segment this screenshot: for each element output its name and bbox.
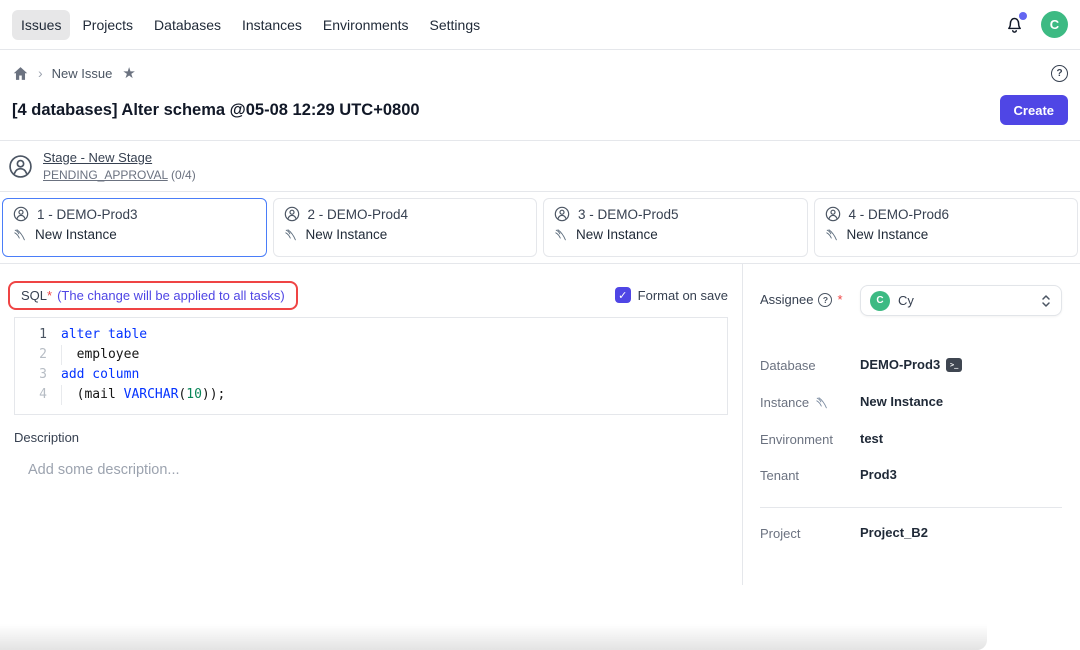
- select-chevrons-icon: [1040, 293, 1052, 309]
- sql-console-icon[interactable]: >_: [946, 358, 962, 372]
- project-value[interactable]: Project_B2: [860, 525, 928, 540]
- nav-item-settings[interactable]: Settings: [421, 10, 490, 40]
- approver-icon: [8, 154, 33, 179]
- nav-item-projects[interactable]: Projects: [73, 10, 142, 40]
- nav-item-instances[interactable]: Instances: [233, 10, 311, 40]
- panel-hr: [760, 507, 1062, 508]
- db-engine-icon: [825, 228, 839, 242]
- db-engine-icon: [13, 228, 27, 242]
- task-title: 3 - DEMO-Prod5: [578, 207, 679, 222]
- environment-label: Environment: [760, 432, 833, 447]
- panel-divider: [742, 263, 743, 585]
- assignee-value: Cy: [898, 293, 1032, 308]
- tenant-label: Tenant: [760, 468, 799, 483]
- bottom-shade: [0, 624, 987, 650]
- stage-progress: (0/4): [168, 168, 196, 182]
- sql-label: SQL*: [21, 288, 52, 303]
- task-title: 2 - DEMO-Prod4: [308, 207, 409, 222]
- sql-note: (The change will be applied to all tasks…: [57, 288, 285, 303]
- line-number: 4: [15, 385, 61, 405]
- sql-editor[interactable]: 1 alter table 2 employee 3 add column 4 …: [14, 317, 728, 415]
- breadcrumb-separator: ›: [38, 65, 43, 81]
- db-engine-icon: [284, 228, 298, 242]
- format-on-save-label: Format on save: [638, 288, 728, 303]
- task-card-3[interactable]: 3 - DEMO-Prod5 New Instance: [543, 198, 808, 257]
- task-card-1[interactable]: 1 - DEMO-Prod3 New Instance: [2, 198, 267, 257]
- line-number: 3: [15, 365, 61, 385]
- task-card-4[interactable]: 4 - DEMO-Prod6 New Instance: [814, 198, 1079, 257]
- notification-bell-icon[interactable]: [1002, 13, 1026, 37]
- task-tab-list: 1 - DEMO-Prod3 New Instance 2 - DEMO-Pro…: [0, 192, 1080, 263]
- line-number: 1: [15, 325, 61, 345]
- task-title: 4 - DEMO-Prod6: [849, 207, 950, 222]
- task-subtitle: New Instance: [35, 227, 117, 242]
- format-on-save-checkbox[interactable]: ✓: [615, 287, 631, 303]
- assignee-select[interactable]: C Cy: [860, 285, 1062, 316]
- task-subtitle: New Instance: [306, 227, 388, 242]
- stage-link[interactable]: Stage - New Stage: [43, 150, 196, 165]
- description-input[interactable]: Add some description...: [28, 462, 180, 478]
- assignee-label: Assignee: [760, 292, 813, 307]
- divider: [0, 263, 1080, 264]
- required-asterisk: *: [837, 292, 842, 307]
- required-asterisk: *: [47, 288, 52, 303]
- db-engine-icon: [554, 228, 568, 242]
- favorite-star-icon[interactable]: ★: [122, 64, 135, 82]
- notification-dot: [1019, 12, 1027, 20]
- breadcrumb-current[interactable]: New Issue: [52, 66, 113, 81]
- database-label: Database: [760, 358, 816, 373]
- top-navbar: Issues Projects Databases Instances Envi…: [0, 0, 1080, 50]
- instance-value: New Instance: [860, 394, 943, 409]
- code-line: 3 add column: [15, 365, 727, 385]
- task-subtitle: New Instance: [576, 227, 658, 242]
- assignee-help-icon[interactable]: ?: [818, 293, 832, 307]
- help-icon[interactable]: ?: [1051, 65, 1068, 82]
- code-line: 4 (mail VARCHAR(10));: [15, 385, 727, 405]
- nav-item-environments[interactable]: Environments: [314, 10, 418, 40]
- environment-value: test: [860, 431, 883, 446]
- nav-item-issues[interactable]: Issues: [12, 10, 70, 40]
- task-subtitle: New Instance: [847, 227, 929, 242]
- stage-status[interactable]: PENDING_APPROVAL: [43, 168, 168, 182]
- approver-icon: [284, 206, 300, 222]
- home-icon[interactable]: [12, 65, 29, 82]
- db-engine-icon: [815, 396, 829, 410]
- assignee-avatar: C: [870, 291, 890, 311]
- project-label: Project: [760, 526, 800, 541]
- task-card-2[interactable]: 2 - DEMO-Prod4 New Instance: [273, 198, 538, 257]
- main-nav: Issues Projects Databases Instances Envi…: [12, 10, 489, 40]
- description-label: Description: [14, 430, 79, 445]
- sql-label-annotation-box: SQL* (The change will be applied to all …: [8, 281, 298, 310]
- instance-label: Instance: [760, 395, 829, 410]
- create-button[interactable]: Create: [1000, 95, 1068, 125]
- task-title: 1 - DEMO-Prod3: [37, 207, 138, 222]
- line-number: 2: [15, 345, 61, 365]
- tenant-value: Prod3: [860, 467, 897, 482]
- approver-icon: [554, 206, 570, 222]
- nav-item-databases[interactable]: Databases: [145, 10, 230, 40]
- approver-icon: [825, 206, 841, 222]
- approver-icon: [13, 206, 29, 222]
- code-line: 1 alter table: [15, 325, 727, 345]
- breadcrumb: › New Issue ★ ?: [0, 50, 1080, 96]
- app-window: Issues Projects Databases Instances Envi…: [0, 0, 1080, 650]
- stage-section: Stage - New Stage PENDING_APPROVAL (0/4): [0, 141, 1080, 191]
- code-line: 2 employee: [15, 345, 727, 365]
- database-value[interactable]: DEMO-Prod3 >_: [860, 357, 962, 372]
- page-title: [4 databases] Alter schema @05-08 12:29 …: [12, 101, 420, 120]
- user-avatar[interactable]: C: [1041, 11, 1068, 38]
